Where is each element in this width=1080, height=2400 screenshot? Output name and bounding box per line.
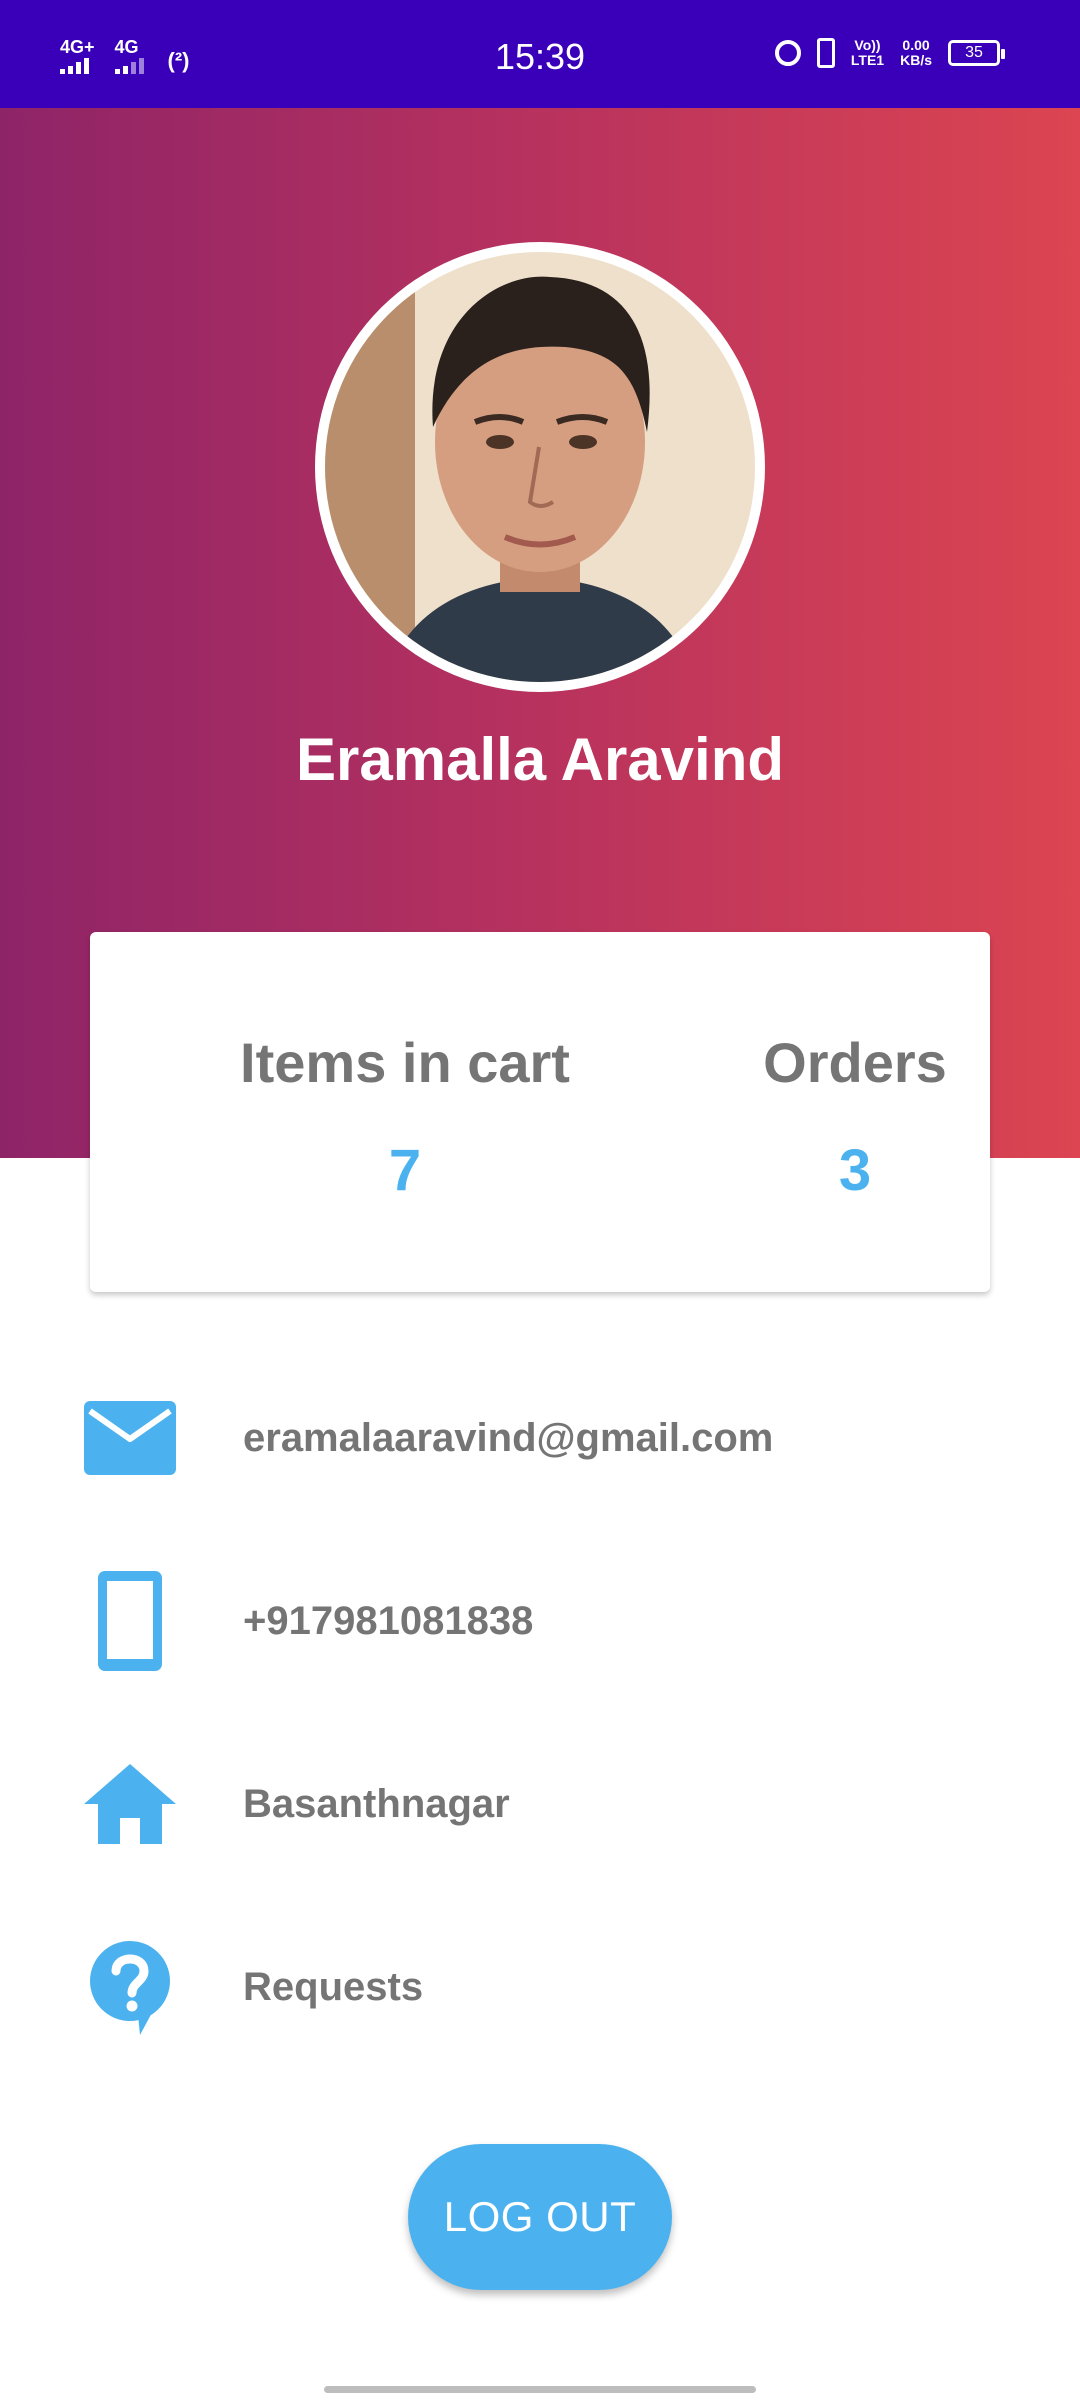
address-row[interactable]: Basanthnagar [0,1744,1080,1864]
smartphone-icon [80,1561,180,1681]
status-bar: 4G+ 4G (²) 15:39 Vo)) LTE1 0.00 KB/s 35 [0,0,1080,108]
envelope-icon [80,1378,180,1498]
cart-stat[interactable]: Items in cart 7 [145,1030,665,1204]
requests-row[interactable]: Requests [0,1927,1080,2047]
vibrate-icon [816,38,835,68]
avatar[interactable] [315,242,765,692]
requests-text: Requests [243,1965,424,2009]
alarm-icon [774,40,801,66]
address-text: Basanthnagar [243,1782,510,1826]
stats-card: Items in cart 7 Orders 3 [90,932,990,1292]
avatar-photo [325,252,755,682]
orders-stat-label: Orders [763,1031,947,1094]
home-icon [80,1744,180,1864]
logout-button[interactable]: LOG OUT [408,2144,672,2290]
volte-top-label: Vo)) [854,37,881,53]
network-speed: 0.00 KB/s [900,38,932,68]
orders-stat-value: 3 [838,1138,872,1203]
volte-bottom-label: LTE1 [850,52,885,68]
network-speed-unit: KB/s [900,52,932,68]
volte-indicator: Vo)) LTE1 [851,38,884,68]
cart-stat-label: Items in cart [240,1031,570,1094]
battery-icon: 35 [948,40,1005,66]
email-row[interactable]: eramalaaravind@gmail.com [0,1378,1080,1498]
email-text: eramalaaravind@gmail.com [243,1416,774,1460]
cart-stat-value: 7 [388,1138,422,1203]
network-speed-value: 0.00 [902,37,930,53]
phone-row[interactable]: +917981081838 [0,1561,1080,1681]
phone-text: +917981081838 [243,1599,534,1643]
profile-name: Eramalla Aravind [296,726,784,793]
help-question-icon [80,1927,180,2047]
gesture-nav-handle[interactable] [324,2386,756,2393]
orders-stat[interactable]: Orders 3 [650,1030,1060,1204]
status-right-indicators: Vo)) LTE1 0.00 KB/s 35 [774,38,1005,68]
